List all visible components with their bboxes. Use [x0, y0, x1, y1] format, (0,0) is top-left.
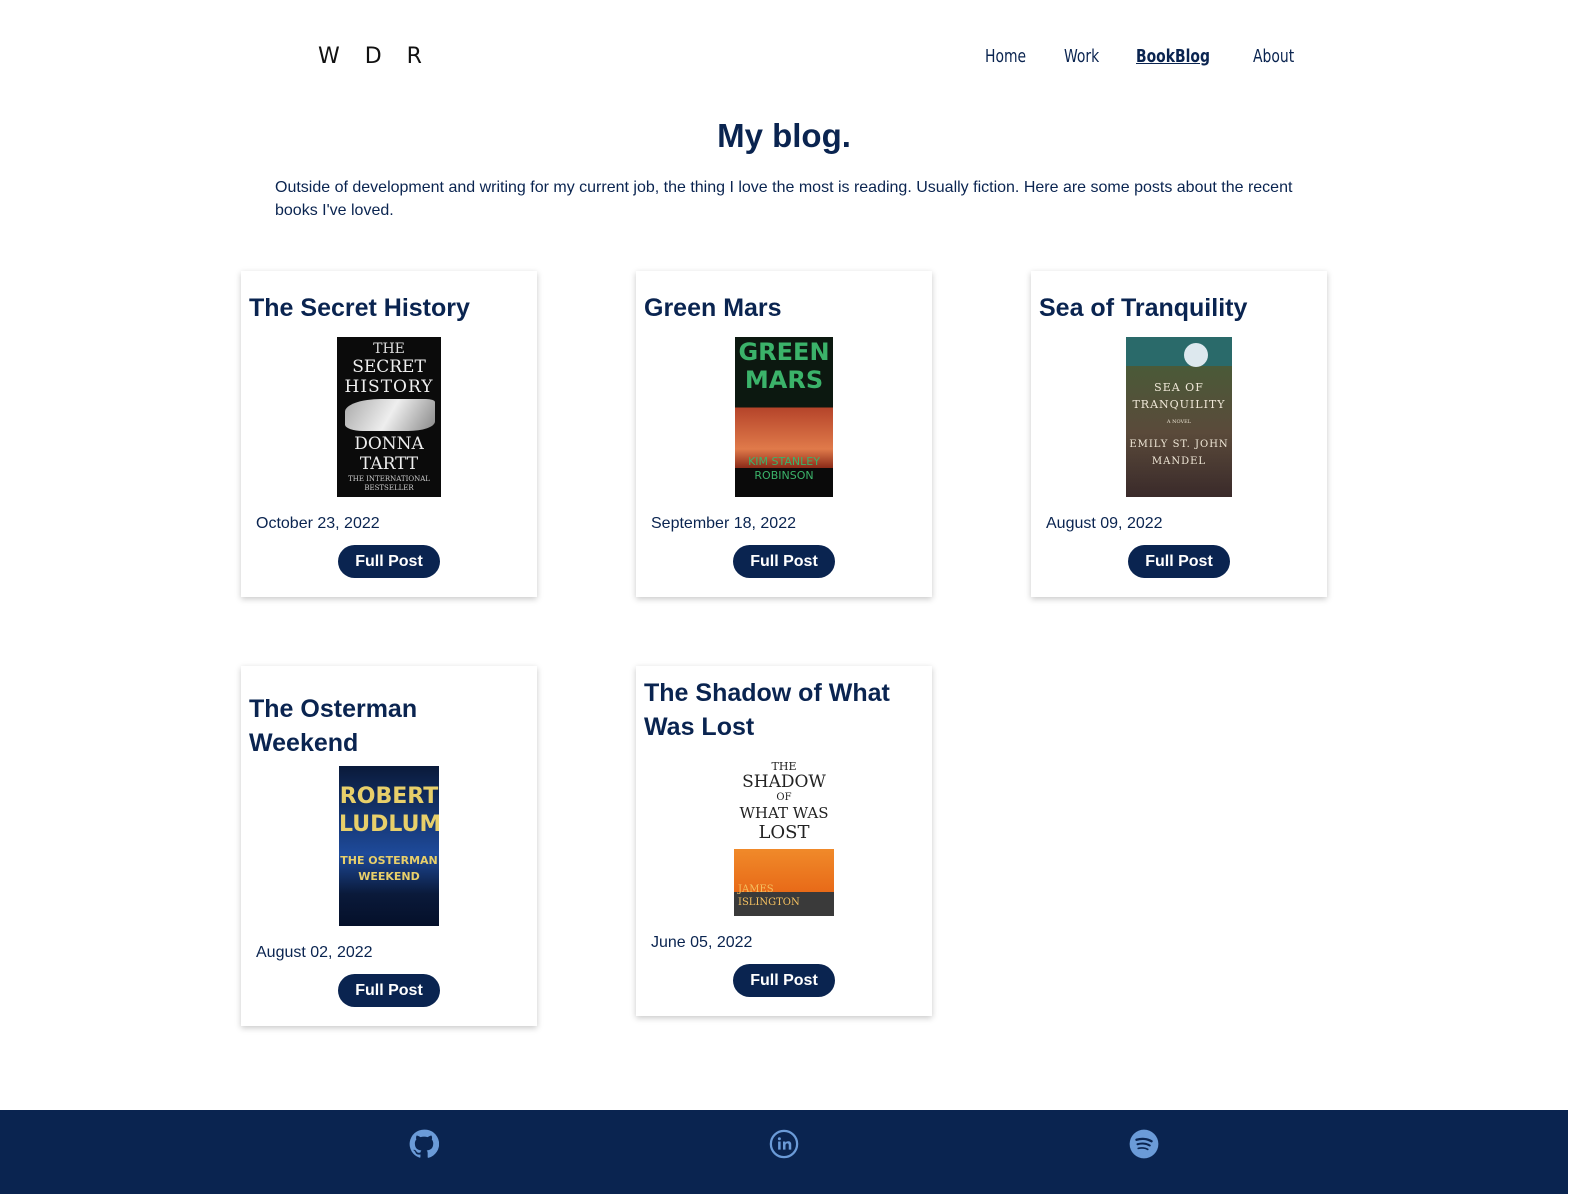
- github-icon[interactable]: [409, 1129, 439, 1159]
- site-logo[interactable]: W D R: [318, 44, 431, 69]
- post-date: September 18, 2022: [651, 515, 796, 532]
- intro-text: Outside of development and writing for m…: [275, 179, 1293, 219]
- full-post-button[interactable]: Full Post: [733, 964, 835, 997]
- post-card: Green Mars GREEN MARS KIM STANLEY ROBINS…: [636, 271, 932, 597]
- post-card: The Osterman Weekend ROBERT LUDLUM THE O…: [241, 666, 537, 1026]
- post-card: The Shadow of What Was Lost THE SHADOW O…: [636, 666, 932, 1016]
- main-nav: Home Work BookBlog About: [985, 46, 1332, 67]
- post-date: August 02, 2022: [256, 944, 373, 961]
- book-cover: THE SHADOW OF WHAT WAS LOST JAMES ISLING…: [734, 756, 834, 916]
- nav-bookblog[interactable]: BookBlog: [1136, 46, 1210, 67]
- nav-work[interactable]: Work: [1064, 46, 1099, 67]
- post-title: The Shadow of What Was Lost: [644, 679, 890, 741]
- book-cover: GREEN MARS KIM STANLEY ROBINSON: [735, 337, 833, 497]
- page-title: My blog.: [717, 117, 851, 154]
- post-card: The Secret History THE SECRET HISTORY DO…: [241, 271, 537, 597]
- post-date: June 05, 2022: [651, 934, 753, 951]
- spotify-icon[interactable]: [1129, 1129, 1159, 1159]
- book-cover: THE SECRET HISTORY DONNA TARTT THE INTER…: [337, 337, 441, 497]
- nav-about[interactable]: About: [1253, 46, 1294, 67]
- linkedin-icon[interactable]: [769, 1129, 799, 1159]
- post-title: The Osterman Weekend: [249, 695, 418, 757]
- full-post-button[interactable]: Full Post: [338, 974, 440, 1007]
- full-post-button[interactable]: Full Post: [1128, 545, 1230, 578]
- post-title: Sea of Tranquility: [1039, 294, 1248, 322]
- book-cover: ROBERT LUDLUM THE OSTERMAN WEEKEND: [339, 766, 439, 926]
- post-title: The Secret History: [249, 294, 470, 322]
- nav-home[interactable]: Home: [985, 46, 1026, 67]
- post-card: Sea of Tranquility SEA OF TRANQUILITY A …: [1031, 271, 1327, 597]
- post-title: Green Mars: [644, 294, 782, 322]
- post-date: August 09, 2022: [1046, 515, 1163, 532]
- post-date: October 23, 2022: [256, 515, 380, 532]
- full-post-button[interactable]: Full Post: [338, 545, 440, 578]
- full-post-button[interactable]: Full Post: [733, 545, 835, 578]
- book-cover: SEA OF TRANQUILITY A NOVEL EMILY ST. JOH…: [1126, 337, 1232, 497]
- site-footer: [0, 1110, 1568, 1194]
